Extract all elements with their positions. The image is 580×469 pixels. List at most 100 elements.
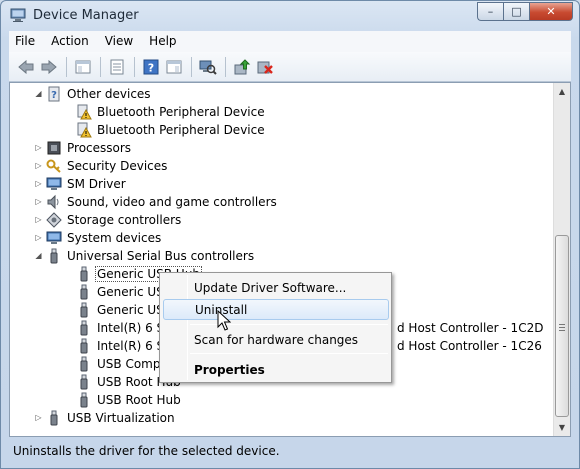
tree-item-label: USB Virtualization <box>67 411 175 425</box>
svg-text:?: ? <box>148 61 154 74</box>
help-button[interactable]: ? <box>140 56 162 78</box>
expand-arrow-icon[interactable]: ▷ <box>34 143 43 152</box>
menu-item-label: Scan for hardware changes <box>194 332 359 347</box>
tree-item-label: Bluetooth Peripheral Device <box>97 123 265 137</box>
show-console-icon <box>166 60 182 73</box>
tree-item-security-devices[interactable]: ▷ Security Devices <box>35 157 169 175</box>
scan-hardware-button[interactable] <box>197 56 219 78</box>
back-icon <box>18 59 34 74</box>
forward-icon <box>41 59 57 74</box>
tree-item-label: Other devices <box>67 87 151 101</box>
tree-item-label: USB Root Hub <box>97 393 181 407</box>
tree-item-sound-video-game[interactable]: ▷ Sound, video and game controllers <box>35 193 279 211</box>
menu-file[interactable]: File <box>9 31 43 52</box>
menu-view[interactable]: View <box>97 31 141 52</box>
storage-icon <box>46 212 62 228</box>
scan-hardware-icon <box>199 60 217 75</box>
tree-item-bluetooth-peripheral-2[interactable]: Bluetooth Peripheral Device <box>76 121 267 139</box>
tree-item-system-devices[interactable]: ▷ System devices <box>35 229 163 247</box>
warning-device-icon <box>76 104 92 120</box>
expand-arrow-icon[interactable]: ▷ <box>34 161 43 170</box>
menu-item-update-driver[interactable]: Update Driver Software... <box>163 277 389 298</box>
tree-item-usb-root-hub-2[interactable]: USB Root Hub <box>76 391 183 409</box>
tree-item-label: SM Driver <box>67 177 126 191</box>
title-bar[interactable]: Device Manager – □ ✕ <box>1 1 579 31</box>
menu-separator <box>190 353 388 354</box>
status-bar: Uninstalls the driver for the selected d… <box>9 439 571 463</box>
tree-item-label: Sound, video and game controllers <box>67 195 277 209</box>
scroll-down-button[interactable]: ▼ <box>554 419 570 436</box>
scroll-up-arrow-icon: ▲ <box>558 87 566 96</box>
scroll-up-button[interactable]: ▲ <box>554 83 570 100</box>
properties-button[interactable] <box>106 56 128 78</box>
collapse-arrow-icon[interactable]: ◢ <box>34 89 43 98</box>
collapse-arrow-icon[interactable]: ◢ <box>34 251 43 260</box>
tree-item-label: System devices <box>67 231 162 245</box>
usb-icon <box>76 392 92 408</box>
tree-item-intel-host-controller-1c26-suffix: d Host Controller - 1C26 <box>395 337 544 355</box>
toolbar-separator <box>100 56 101 77</box>
tree-item-sm-driver[interactable]: ▷ SM Driver <box>35 175 128 193</box>
expand-arrow-icon[interactable]: ▷ <box>34 413 43 422</box>
tree-item-usb-controllers[interactable]: ◢ Universal Serial Bus controllers <box>35 247 256 265</box>
uninstall-button[interactable] <box>254 56 276 78</box>
unknown-device-icon: ? <box>46 86 62 102</box>
forward-button[interactable] <box>38 56 60 78</box>
tree-item-label: Bluetooth Peripheral Device <box>97 105 265 119</box>
menu-item-scan-hardware[interactable]: Scan for hardware changes <box>163 329 389 350</box>
usb-icon <box>76 284 92 300</box>
toolbar-separator <box>225 56 226 77</box>
tree-item-bluetooth-peripheral-1[interactable]: Bluetooth Peripheral Device <box>76 103 267 121</box>
expand-arrow-icon[interactable]: ▷ <box>34 179 43 188</box>
close-button[interactable]: ✕ <box>529 2 573 21</box>
back-button[interactable] <box>15 56 37 78</box>
toolbar-separator <box>134 56 135 77</box>
vertical-scrollbar[interactable]: ▲ ▼ <box>553 83 570 436</box>
properties-icon <box>110 59 124 74</box>
tree-item-label-suffix: d Host Controller - 1C26 <box>397 339 542 353</box>
tree-item-label: Security Devices <box>67 159 168 173</box>
status-text: Uninstalls the driver for the selected d… <box>13 444 280 458</box>
tree-item-intel-host-controller-1c2d-suffix: d Host Controller - 1C2D <box>395 319 545 337</box>
security-key-icon <box>46 158 62 174</box>
usb-icon <box>76 266 92 282</box>
tree-item-storage-controllers[interactable]: ▷ Storage controllers <box>35 211 183 229</box>
processor-icon <box>46 140 62 156</box>
usb-icon <box>76 338 92 354</box>
uninstall-icon <box>257 61 273 74</box>
show-hide-console-tree-button[interactable] <box>72 56 94 78</box>
tree-item-usb-virtualization[interactable]: ▷ USB Virtualization <box>35 409 177 427</box>
scrollbar-thumb[interactable] <box>555 235 569 417</box>
tree-item-processors[interactable]: ▷ Processors <box>35 139 133 157</box>
window-title: Device Manager <box>33 8 139 23</box>
toolbar-separator <box>191 56 192 77</box>
help-icon: ? <box>143 59 159 74</box>
expand-arrow-icon[interactable]: ▷ <box>34 197 43 206</box>
minimize-button[interactable]: – <box>477 2 503 21</box>
toolbar: ? <box>9 52 571 82</box>
scroll-down-arrow-icon: ▼ <box>558 423 566 432</box>
menu-item-uninstall[interactable]: Uninstall <box>163 299 389 320</box>
context-menu: Update Driver Software... Uninstall Scan… <box>159 272 392 383</box>
menu-bar: File Action View Help <box>9 31 571 52</box>
menu-help[interactable]: Help <box>141 31 184 52</box>
monitor-icon <box>46 176 62 192</box>
expand-arrow-icon[interactable]: ▷ <box>34 215 43 224</box>
device-tree[interactable]: ◢ ? Other devices Bluetooth Peripheral D… <box>9 82 571 437</box>
menu-item-label: Update Driver Software... <box>194 280 347 295</box>
close-icon: ✕ <box>546 5 556 18</box>
update-driver-button[interactable] <box>231 56 253 78</box>
svg-text:?: ? <box>51 90 57 101</box>
tree-item-label-suffix: d Host Controller - 1C2D <box>397 321 544 335</box>
warning-device-icon <box>76 122 92 138</box>
tree-item-label: Storage controllers <box>67 213 182 227</box>
usb-icon <box>46 410 62 426</box>
show-console-button[interactable] <box>163 56 185 78</box>
mouse-cursor-icon <box>217 310 231 331</box>
tree-item-other-devices[interactable]: ◢ ? Other devices <box>35 85 153 103</box>
menu-item-properties[interactable]: Properties <box>163 359 389 380</box>
expand-arrow-icon[interactable]: ▷ <box>34 233 43 242</box>
usb-icon <box>76 320 92 336</box>
menu-action[interactable]: Action <box>43 31 97 52</box>
maximize-button[interactable]: □ <box>503 2 529 21</box>
